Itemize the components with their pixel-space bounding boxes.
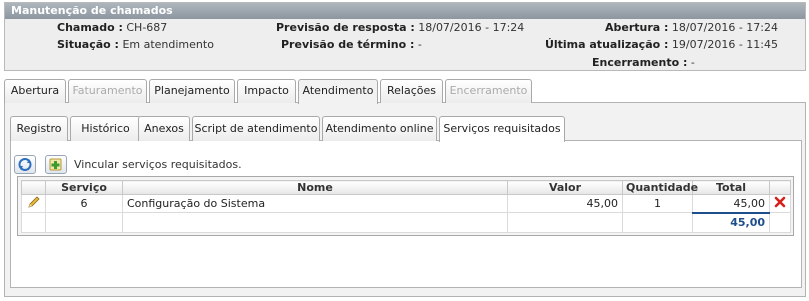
prev-resposta-label: Previsão de resposta : <box>276 21 415 34</box>
column-header-total[interactable]: Total <box>692 180 770 195</box>
tab-atendimento[interactable]: Atendimento <box>298 79 378 104</box>
link-vincular-servicos[interactable]: Vincular serviços requisitados. <box>74 158 242 171</box>
cell-servico: 6 <box>45 194 123 213</box>
encerramento-value: - <box>690 56 695 69</box>
situacao-label: Situação : <box>57 38 119 51</box>
tab-faturamento: Faturamento <box>68 79 147 103</box>
sum-empty-cell <box>507 212 623 233</box>
delete-cell[interactable] <box>769 194 791 213</box>
cell-total[interactable]: 45,00 <box>692 194 770 214</box>
encerramento-info: Encerramento : - <box>592 56 695 70</box>
table-total-row: 45,00 <box>21 212 791 233</box>
column-header-delete <box>769 180 791 195</box>
prev-termino-label: Previsão de término : <box>281 38 415 51</box>
tab-planejamento[interactable]: Planejamento <box>149 79 235 103</box>
delete-x-icon[interactable] <box>774 196 786 208</box>
refresh-icon <box>18 158 32 171</box>
sum-empty-cell <box>122 212 508 233</box>
services-table: Serviço Nome Valor Quantidade Total 6 Co… <box>21 180 791 233</box>
tab-encerramento: Encerramento <box>445 79 532 103</box>
ultima-atualizacao-info: Última atualização : 19/07/2016 - 11:45 <box>545 38 778 52</box>
ultima-atualizacao-label: Última atualização : <box>544 38 669 51</box>
column-header-quantidade[interactable]: Quantidade <box>622 180 698 195</box>
sum-empty-cell <box>21 212 46 233</box>
pencil-icon[interactable] <box>27 195 41 209</box>
column-header-actions <box>21 180 46 195</box>
chamado-label: Chamado : <box>57 21 123 34</box>
panel-title: Manutenção de chamados <box>5 3 805 19</box>
chamado-value: CH-687 <box>126 21 168 34</box>
tab-anexos[interactable]: Anexos <box>138 116 190 141</box>
abertura-value: 18/07/2016 - 17:24 <box>671 21 778 34</box>
abertura-info: Abertura : 18/07/2016 - 17:24 <box>605 21 778 35</box>
sum-empty-cell <box>769 212 791 233</box>
situacao-value: Em atendimento <box>122 38 214 51</box>
refresh-button[interactable] <box>14 155 36 174</box>
column-header-nome[interactable]: Nome <box>122 180 508 195</box>
prev-resposta-info: Previsão de resposta : 18/07/2016 - 17:2… <box>276 21 524 35</box>
encerramento-label: Encerramento : <box>592 56 688 69</box>
tab-abertura[interactable]: Abertura <box>4 79 66 103</box>
ultima-atualizacao-value: 19/07/2016 - 11:45 <box>671 38 778 51</box>
prev-resposta-value: 18/07/2016 - 17:24 <box>418 21 525 34</box>
tab-impacto[interactable]: Impacto <box>237 79 296 103</box>
cell-valor: 45,00 <box>507 194 623 213</box>
column-header-valor[interactable]: Valor <box>507 180 623 195</box>
situacao-info: Situação : Em atendimento <box>57 38 214 52</box>
table-row[interactable]: 6 Configuração do Sistema 45,00 1 45,00 <box>21 194 791 214</box>
sum-empty-cell <box>622 212 693 233</box>
tab-script-atendimento[interactable]: Script de atendimento <box>192 116 320 141</box>
sum-empty-cell <box>45 212 123 233</box>
cell-quantidade: 1 <box>622 194 693 213</box>
tab-historico[interactable]: Histórico <box>70 116 141 141</box>
prev-termino-value: - <box>417 38 422 51</box>
sum-total-value: 45,00 <box>692 212 770 233</box>
tab-registro[interactable]: Registro <box>10 116 68 141</box>
prev-termino-info: Previsão de término : - <box>281 38 422 52</box>
tab-servicos-requisitados[interactable]: Serviços requisitados <box>439 116 565 142</box>
column-header-servico[interactable]: Serviço <box>45 180 123 195</box>
add-icon <box>49 158 62 171</box>
add-service-button[interactable] <box>45 155 67 174</box>
table-header-row: Serviço Nome Valor Quantidade Total <box>21 180 791 195</box>
chamado-info: Chamado : CH-687 <box>57 21 167 35</box>
edit-cell[interactable] <box>21 194 46 213</box>
tab-atendimento-online[interactable]: Atendimento online <box>322 116 437 141</box>
tab-relacoes[interactable]: Relações <box>380 79 443 103</box>
cell-nome: Configuração do Sistema <box>122 194 508 213</box>
abertura-label: Abertura : <box>604 21 669 34</box>
